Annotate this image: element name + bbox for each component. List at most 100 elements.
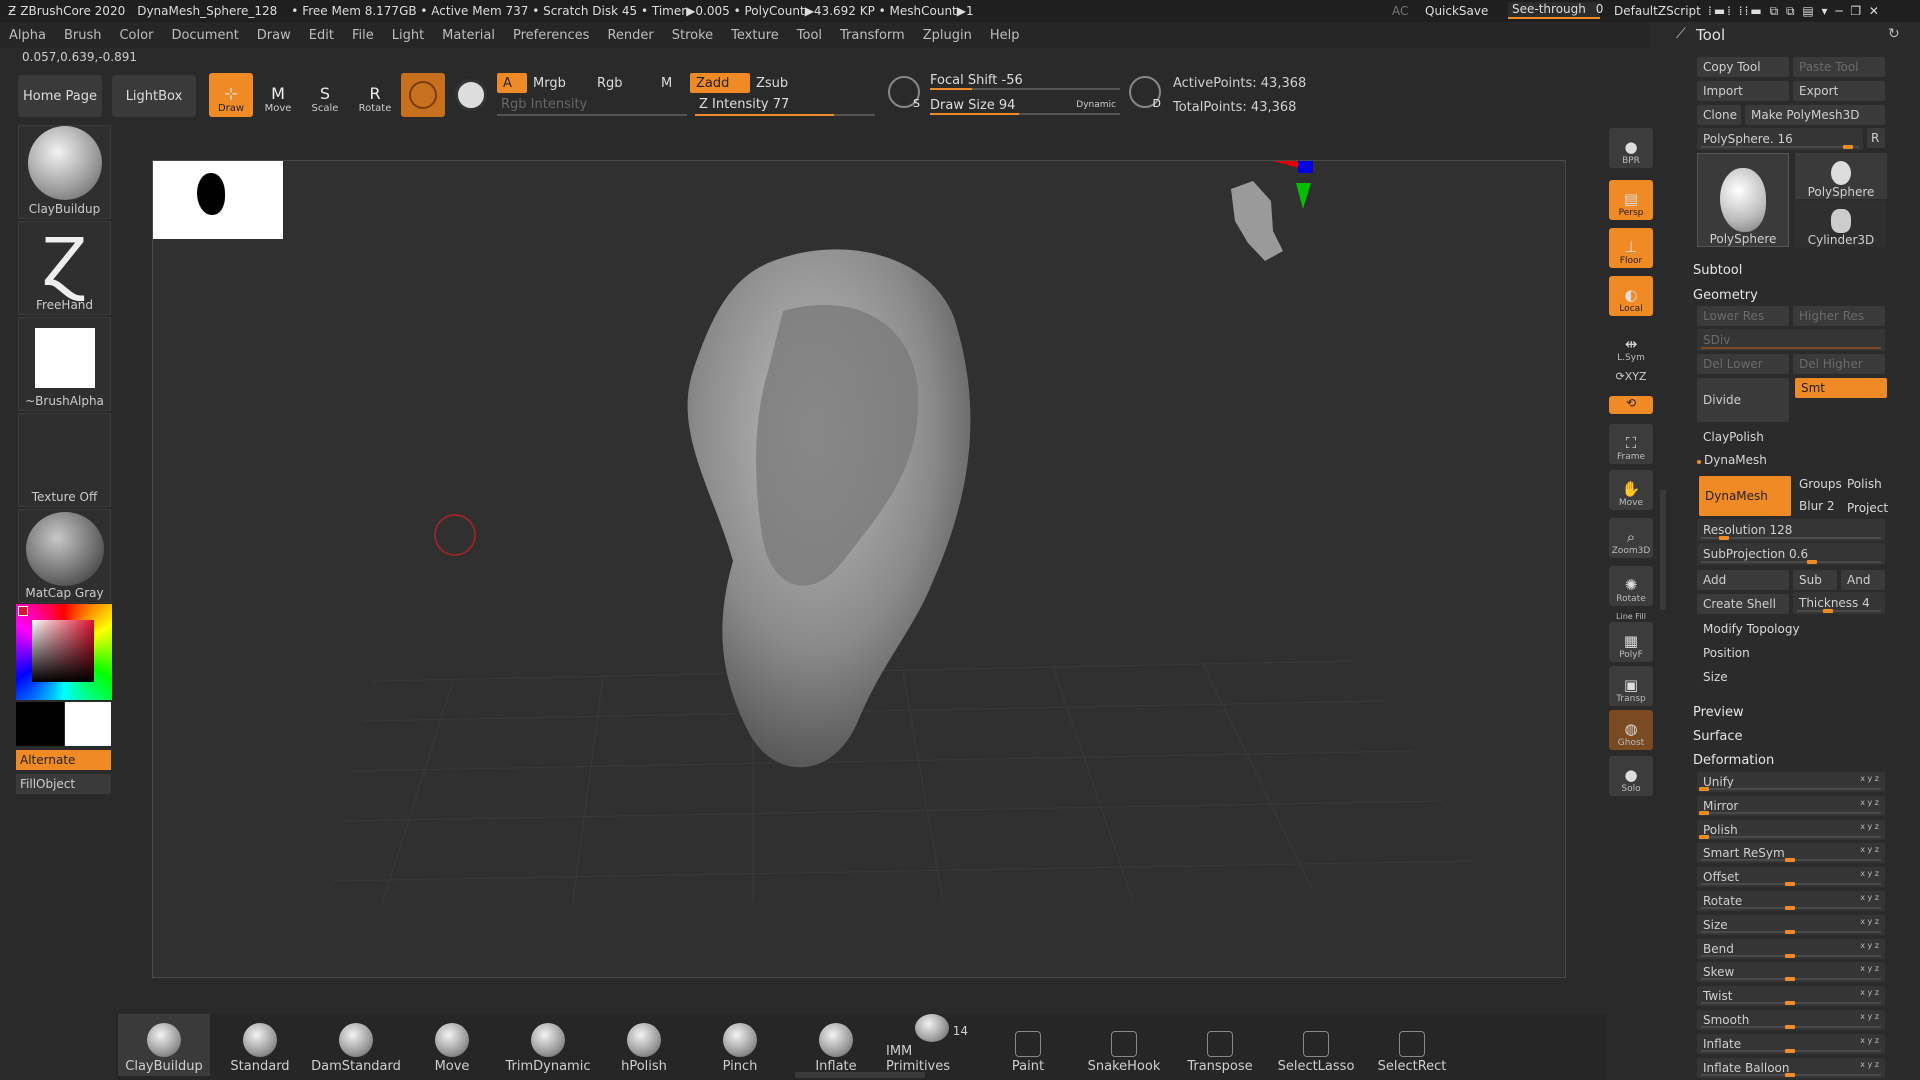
persp-button[interactable]: ▤ Persp [1609, 180, 1653, 220]
secondary-color-swatch[interactable] [65, 702, 111, 746]
fillobject-button[interactable]: FillObject [16, 774, 111, 794]
sub-button[interactable]: Sub [1793, 570, 1837, 590]
export-button[interactable]: Export [1793, 81, 1885, 101]
draw-size-d-icon[interactable]: D [1129, 76, 1161, 110]
dynamic-toggle[interactable]: Dynamic [1076, 100, 1116, 110]
del-lower-button[interactable]: Del Lower [1697, 354, 1789, 374]
zadd-toggle[interactable]: Zadd [690, 73, 750, 93]
divide-button[interactable]: Divide [1697, 378, 1789, 422]
blur-slider[interactable]: Blur 2 [1799, 499, 1835, 513]
higher-res-button[interactable]: Higher Res [1793, 306, 1885, 326]
xyz-axis-toggle[interactable]: x y z [1860, 964, 1879, 973]
rgb-intensity-slider[interactable]: Rgb Intensity [497, 97, 687, 116]
polysphere-thumbnail[interactable]: PolySphere [1795, 153, 1887, 199]
resolution-slider[interactable]: Resolution 128 [1697, 519, 1885, 541]
menu-document[interactable]: Document [171, 28, 238, 43]
brush-pinch[interactable]: Pinch [694, 1014, 786, 1076]
bottom-tray-handle[interactable] [795, 1072, 925, 1078]
main-color-swatch[interactable] [16, 702, 64, 746]
move-button[interactable]: M Move [256, 73, 300, 117]
polyf-button[interactable]: ▦ PolyF [1609, 622, 1653, 662]
draw-size-slider[interactable]: Draw Size 94 Dynamic [930, 98, 1120, 115]
menu-color[interactable]: Color [119, 28, 153, 43]
xyz-axis-toggle[interactable]: x y z [1860, 1060, 1879, 1069]
xyz-axis-toggle[interactable]: x y z [1860, 893, 1879, 902]
color-picker[interactable] [16, 604, 112, 700]
menu-texture[interactable]: Texture [731, 28, 779, 43]
m-toggle[interactable]: M [655, 73, 685, 93]
paste-tool-button[interactable]: Paste Tool [1793, 57, 1885, 77]
add-button[interactable]: Add [1697, 570, 1789, 590]
thickness-slider[interactable]: Thickness 4 [1793, 592, 1885, 614]
rgb-toggle[interactable]: Rgb [591, 73, 655, 93]
menu-render[interactable]: Render [607, 28, 653, 43]
deformation-section[interactable]: Deformation [1693, 753, 1893, 768]
claypolish-section[interactable]: ClayPolish [1703, 430, 1764, 444]
r-button[interactable]: R [1867, 128, 1885, 148]
xyz-axis-toggle[interactable]: x y z [1860, 822, 1879, 831]
brush-selectlasso[interactable]: SelectLasso [1270, 1014, 1362, 1076]
alternate-button[interactable]: Alternate [16, 750, 111, 770]
axis-gizmo-icon[interactable] [1231, 161, 1313, 261]
brush-inflate[interactable]: Inflate [790, 1014, 882, 1076]
a-toggle[interactable]: A [497, 73, 527, 93]
modify-topology-section[interactable]: Modify Topology [1703, 622, 1800, 636]
and-button[interactable]: And [1841, 570, 1885, 590]
brush-selectrect[interactable]: SelectRect [1366, 1014, 1458, 1076]
menu-light[interactable]: Light [392, 28, 424, 43]
brush-move[interactable]: Move [406, 1014, 498, 1076]
layout-icons[interactable]: ⁞▬⁞ ⁞⁞▬ ⧉ ⧉ ▤ ▾ ─ ❐ ✕ [1708, 4, 1881, 19]
deformation-item-smart-resym[interactable]: Smart ReSym x y z [1697, 843, 1885, 864]
menu-help[interactable]: Help [990, 28, 1020, 43]
mrgb-toggle[interactable]: Mrgb [527, 73, 591, 93]
frame-button[interactable]: ⛶ Frame [1609, 424, 1653, 464]
xyz-axis-toggle[interactable]: x y z [1860, 1036, 1879, 1045]
focal-s-icon[interactable]: S [888, 76, 920, 110]
right-tray-handle[interactable] [1660, 490, 1666, 610]
menu-stroke[interactable]: Stroke [672, 28, 713, 43]
make-polymesh-button[interactable]: Make PolyMesh3D [1745, 105, 1885, 125]
dynamesh-button[interactable]: DynaMesh [1699, 476, 1791, 516]
deformation-item-twist[interactable]: Twist x y z [1697, 986, 1885, 1007]
brush-trimdynamic[interactable]: TrimDynamic [502, 1014, 594, 1076]
polysphere-slider[interactable]: PolySphere. 16 [1697, 128, 1863, 150]
subtool-section[interactable]: Subtool [1693, 263, 1893, 278]
geometry-section[interactable]: Geometry [1693, 288, 1893, 303]
deformation-item-mirror[interactable]: Mirror x y z [1697, 795, 1885, 816]
floor-button[interactable]: ⊥ Floor [1609, 228, 1653, 268]
menu-zplugin[interactable]: Zplugin [923, 28, 972, 43]
menu-alpha[interactable]: Alpha [9, 28, 46, 43]
transp-button[interactable]: ▣ Transp [1609, 666, 1653, 706]
gradient-toggle-icon[interactable] [455, 79, 487, 111]
cylinder3d-thumbnail[interactable]: Cylinder3D [1795, 201, 1887, 247]
deformation-item-unify[interactable]: Unify x y z [1697, 772, 1885, 792]
menu-transform[interactable]: Transform [840, 28, 905, 43]
menu-file[interactable]: File [352, 28, 374, 43]
xyz-axis-toggle[interactable]: x y z [1860, 798, 1879, 807]
deformation-item-skew[interactable]: Skew x y z [1697, 962, 1885, 983]
xyz-axis-toggle[interactable]: x y z [1860, 774, 1879, 783]
deformation-item-inflate[interactable]: Inflate x y z [1697, 1033, 1885, 1054]
stroke-button[interactable]: Ɀ FreeHand [18, 221, 111, 315]
deformation-item-smooth[interactable]: Smooth x y z [1697, 1010, 1885, 1030]
menu-material[interactable]: Material [442, 28, 495, 43]
color-picker-square[interactable] [32, 620, 94, 682]
deformation-item-bend[interactable]: Bend x y z [1697, 938, 1885, 959]
zsub-toggle[interactable]: Zsub [750, 73, 810, 93]
scale-button[interactable]: S Scale [303, 73, 347, 117]
menu-preferences[interactable]: Preferences [513, 28, 589, 43]
move-view-button[interactable]: ✋ Move [1609, 470, 1653, 510]
draw-button[interactable]: ⊹ Draw [209, 73, 253, 117]
palette-pin-icon[interactable]: ⟋ [1676, 26, 1686, 42]
material-button[interactable]: MatCap Gray [18, 509, 111, 603]
current-tool-thumbnail[interactable]: PolySphere [1697, 153, 1789, 247]
rotate-axis-button[interactable]: ⟲ [1609, 396, 1653, 414]
rotate-view-button[interactable]: ✺ Rotate [1609, 566, 1653, 606]
deformation-item-offset[interactable]: Offset x y z [1697, 867, 1885, 888]
deformation-item-size[interactable]: Size x y z [1697, 914, 1885, 935]
brush-claybuildup[interactable]: ClayBuildup [118, 1014, 210, 1076]
deformation-item-rotate[interactable]: Rotate x y z [1697, 891, 1885, 911]
brush-damstandard[interactable]: DamStandard [310, 1014, 402, 1076]
polish-toggle[interactable]: Polish [1847, 477, 1882, 491]
alpha-button[interactable]: ~BrushAlpha [18, 317, 111, 411]
